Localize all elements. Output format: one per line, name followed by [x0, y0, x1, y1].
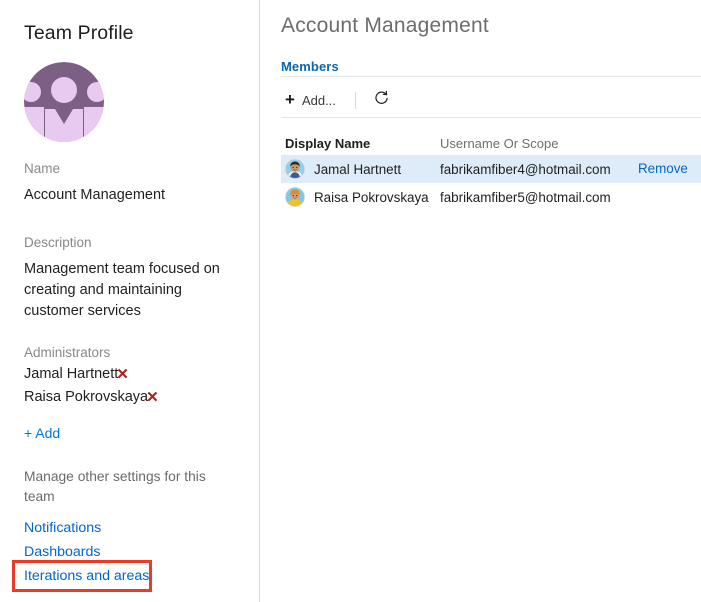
- team-profile-sidebar: Team Profile Name Account Management Des…: [0, 0, 260, 602]
- cell-display-name: Raisa Pokrovskaya: [285, 187, 440, 207]
- column-header-display-name[interactable]: Display Name: [285, 136, 440, 151]
- cell-action: Remove: [638, 160, 701, 178]
- team-group-avatar-icon: [24, 62, 104, 142]
- add-member-label: Add...: [301, 92, 336, 108]
- refresh-button[interactable]: [369, 87, 395, 113]
- account-management-main: Account Management Members + Add... Disp…: [261, 0, 701, 602]
- table-header-row: Display Name Username Or Scope: [281, 131, 701, 155]
- sidebar-link-notifications[interactable]: Notifications: [24, 516, 234, 540]
- remove-x-icon[interactable]: ✕: [116, 367, 129, 382]
- table-row[interactable]: Jamal Hartnett fabrikamfiber4@hotmail.co…: [281, 155, 701, 183]
- member-name: Jamal Hartnett: [314, 161, 402, 177]
- sidebar-link-iterations-and-areas[interactable]: Iterations and areas: [24, 564, 234, 588]
- members-table: Display Name Username Or Scope Jamal Har…: [281, 131, 701, 211]
- sidebar-title: Team Profile: [24, 22, 134, 44]
- administrator-item: Jamal Hartnett✕: [24, 364, 239, 385]
- table-row[interactable]: Raisa Pokrovskaya fabrikamfiber5@hotmail…: [281, 183, 701, 211]
- cell-username-or-scope: fabrikamfiber4@hotmail.com: [440, 161, 611, 177]
- team-name-label: Name: [24, 161, 61, 176]
- add-member-button[interactable]: + Add...: [281, 87, 344, 113]
- cell-username-or-scope: fabrikamfiber5@hotmail.com: [440, 189, 611, 205]
- team-name-field: Name Account Management: [24, 160, 239, 206]
- administrators-field: Administrators Jamal Hartnett✕ Raisa Pok…: [24, 344, 239, 408]
- refresh-icon: [373, 90, 390, 110]
- column-header-username-or-scope[interactable]: Username Or Scope: [440, 136, 638, 151]
- add-administrator-link[interactable]: + Add: [24, 425, 60, 441]
- pivot-bar: Members: [281, 58, 339, 76]
- remove-x-icon[interactable]: ✕: [146, 390, 159, 405]
- remove-member-link[interactable]: Remove: [638, 161, 688, 176]
- user-avatar-raisa-icon: [285, 187, 305, 207]
- plus-icon: +: [285, 90, 295, 109]
- team-description-label: Description: [24, 235, 92, 250]
- team-description-value: Management team focused on creating and …: [24, 261, 220, 319]
- team-profile-page: Team Profile Name Account Management Des…: [0, 0, 701, 602]
- team-name-value: Account Management: [24, 187, 166, 203]
- member-name: Raisa Pokrovskaya: [314, 189, 429, 205]
- administrator-name: Raisa Pokrovskaya: [24, 389, 149, 405]
- manage-settings-note: Manage other settings for this team: [24, 469, 206, 504]
- members-toolbar: + Add...: [281, 86, 395, 114]
- page-title: Account Management: [281, 14, 489, 37]
- administrators-label: Administrators: [24, 345, 111, 360]
- administrator-item: Raisa Pokrovskaya✕: [24, 387, 239, 408]
- divider-under-pivot: [281, 76, 701, 77]
- divider-under-toolbar: [281, 117, 701, 118]
- team-description-field: Description Management team focused on c…: [24, 234, 239, 322]
- sidebar-link-dashboards[interactable]: Dashboards: [24, 540, 234, 564]
- administrator-name: Jamal Hartnett: [24, 366, 119, 382]
- toolbar-separator: [354, 91, 356, 109]
- cell-display-name: Jamal Hartnett: [285, 159, 440, 179]
- tab-members[interactable]: Members: [281, 59, 339, 74]
- user-avatar-jamal-icon: [285, 159, 305, 179]
- team-settings-links: Notifications Dashboards Iterations and …: [24, 516, 234, 588]
